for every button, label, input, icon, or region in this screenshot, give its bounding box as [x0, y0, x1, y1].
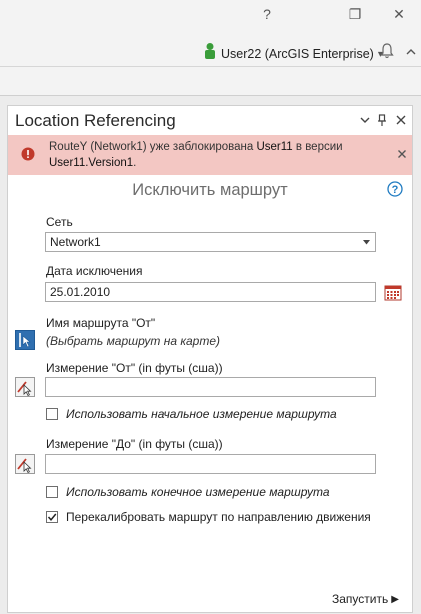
- ribbon: [0, 67, 421, 96]
- chevron-up-icon: [406, 49, 416, 55]
- select-route-icon: [15, 330, 35, 350]
- pin-icon: [378, 114, 386, 126]
- exclude-date-label: Дата исключения: [46, 264, 143, 278]
- close-icon: [398, 150, 406, 158]
- error-icon: [21, 147, 35, 161]
- network-select[interactable]: Network1: [45, 232, 376, 252]
- pane-menu-button[interactable]: [358, 113, 372, 127]
- network-label: Сеть: [46, 215, 73, 229]
- measure-from-label: Измерение "От" (in футы (сша)): [46, 361, 223, 375]
- exclude-date-value: 25.01.2010: [50, 285, 111, 299]
- alert-text-part3: .: [133, 157, 137, 169]
- tool-help-button[interactable]: ?: [387, 181, 403, 197]
- select-route-button[interactable]: [15, 330, 35, 350]
- use-start-measure-checkbox[interactable]: [46, 408, 58, 420]
- user-menu[interactable]: User22 (ArcGIS Enterprise) ▾: [221, 44, 383, 64]
- alert-text-part2: в версии: [292, 141, 343, 153]
- checkmark-icon: [47, 513, 57, 521]
- play-icon: ▶: [391, 593, 399, 605]
- pick-measure-icon: [15, 377, 35, 397]
- calendar-icon: [384, 285, 402, 301]
- use-end-measure-checkbox[interactable]: [46, 486, 58, 498]
- help-button[interactable]: ?: [256, 4, 278, 24]
- alert-text-part1: RouteY (Network1) уже заблокирована: [49, 141, 257, 153]
- collapse-ribbon-button[interactable]: [404, 44, 418, 60]
- run-button[interactable]: Запустить ▶: [332, 591, 399, 607]
- recalibrate-label: Перекалибровать маршрут по направлению д…: [66, 510, 371, 524]
- notifications-button[interactable]: [379, 42, 395, 60]
- alert-message: RouteY (Network1) уже заблокирована User…: [49, 139, 349, 171]
- route-from-hint: (Выбрать маршрут на карте): [46, 334, 220, 348]
- help-icon: ?: [387, 181, 403, 197]
- pick-measure-icon: [15, 454, 35, 474]
- restore-button[interactable]: ❐: [344, 4, 366, 24]
- measure-to-label: Измерение "До" (in футы (сша)): [46, 437, 223, 451]
- pick-to-measure-button[interactable]: [15, 454, 35, 474]
- user-icon: [203, 42, 217, 60]
- use-start-measure-label: Использовать начальное измерение маршрут…: [66, 407, 337, 421]
- help-icon: ?: [263, 6, 271, 22]
- close-window-button[interactable]: ✕: [388, 4, 410, 24]
- user-label: User22 (ArcGIS Enterprise): [221, 47, 374, 61]
- route-from-label: Имя маршрута "От": [46, 316, 156, 330]
- chevron-down-icon: [363, 240, 370, 245]
- close-icon: ✕: [393, 6, 405, 22]
- pane-title: Location Referencing: [15, 111, 176, 130]
- measure-from-input[interactable]: [45, 377, 376, 397]
- network-value: Network1: [50, 235, 101, 249]
- use-end-measure-label: Использовать конечное измерение маршрута: [66, 485, 330, 499]
- alert-version: User11.Version1: [49, 157, 134, 169]
- pick-from-measure-button[interactable]: [15, 377, 35, 397]
- run-label: Запустить: [332, 592, 389, 606]
- alert-user: User11: [256, 141, 293, 153]
- pane-pin-button[interactable]: [375, 113, 389, 127]
- tool-title: Исключить маршрут: [132, 181, 288, 199]
- recalibrate-checkbox[interactable]: [46, 511, 58, 523]
- calendar-button[interactable]: [384, 283, 402, 301]
- measure-to-input[interactable]: [45, 454, 376, 474]
- bell-icon: [380, 43, 394, 59]
- alert-dismiss-button[interactable]: [395, 147, 409, 161]
- exclude-date-input[interactable]: 25.01.2010: [45, 282, 376, 302]
- restore-icon: ❐: [348, 6, 362, 22]
- chevron-down-icon: [360, 117, 370, 123]
- close-icon: [396, 115, 406, 125]
- pane-close-button[interactable]: [394, 113, 408, 127]
- svg-text:?: ?: [392, 184, 399, 196]
